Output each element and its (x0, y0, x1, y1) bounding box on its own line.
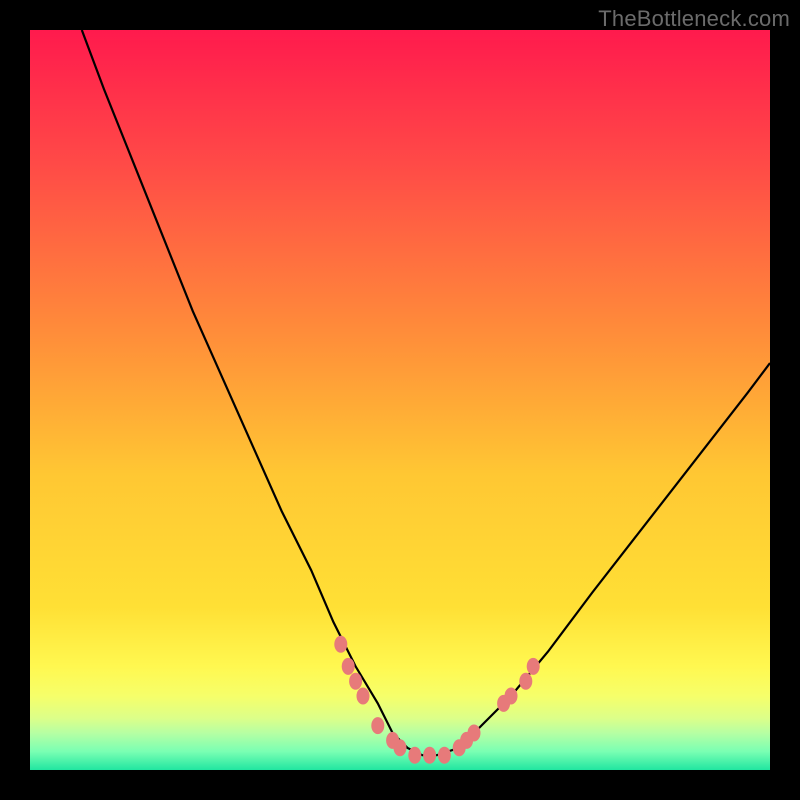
gradient-background (30, 30, 770, 770)
chart-svg (30, 30, 770, 770)
marker-point (357, 688, 370, 705)
marker-point (408, 747, 421, 764)
marker-point (334, 636, 347, 653)
chart-frame: TheBottleneck.com (0, 0, 800, 800)
marker-point (505, 688, 518, 705)
marker-point (438, 747, 451, 764)
watermark-label: TheBottleneck.com (598, 6, 790, 32)
marker-point (519, 673, 532, 690)
marker-point (527, 658, 540, 675)
marker-point (371, 717, 384, 734)
marker-point (394, 739, 407, 756)
marker-point (349, 673, 362, 690)
plot-area (30, 30, 770, 770)
marker-point (468, 725, 481, 742)
marker-point (423, 747, 436, 764)
marker-point (342, 658, 355, 675)
